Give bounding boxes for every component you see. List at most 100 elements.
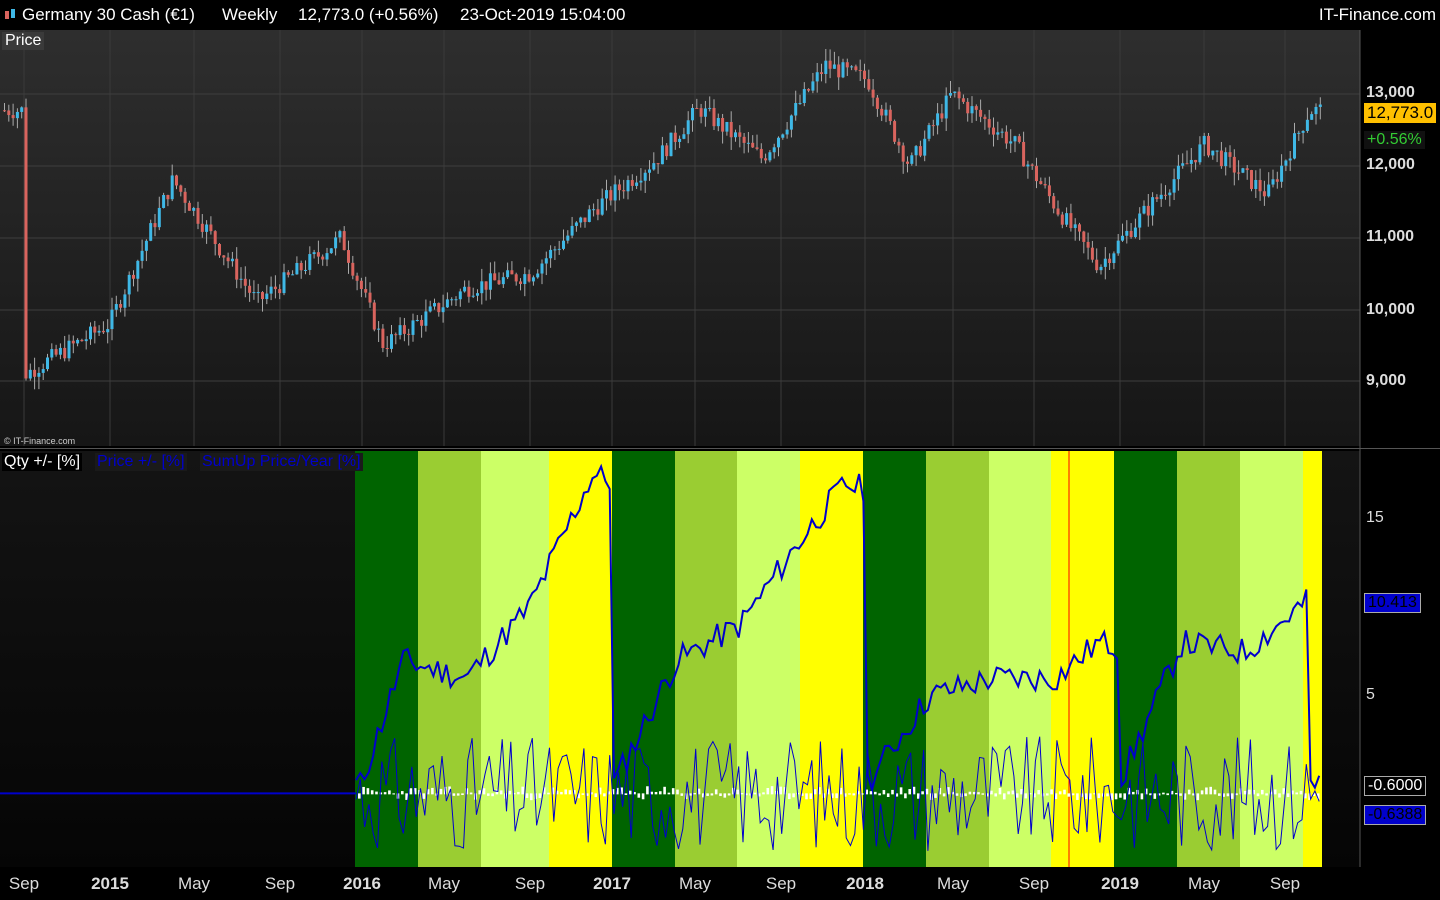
candle-body — [729, 121, 733, 138]
candle-body — [725, 121, 729, 132]
candle-body — [1082, 231, 1086, 242]
candle-body — [1241, 168, 1245, 173]
candle-body — [527, 274, 531, 282]
candle-body — [1060, 214, 1064, 225]
candle-body — [635, 182, 639, 186]
candle-body — [742, 136, 746, 143]
qty-bar — [641, 793, 645, 800]
candle-body — [557, 248, 561, 250]
candle-body — [3, 110, 6, 112]
qty-bar — [1050, 789, 1053, 795]
candle-body — [544, 258, 548, 264]
candle-body — [1172, 179, 1176, 193]
candle-body — [144, 240, 148, 251]
candle-body — [798, 102, 802, 104]
candle-body — [510, 270, 514, 275]
candle-body — [153, 223, 157, 228]
qty-label[interactable]: Qty +/- [%] — [2, 453, 83, 471]
candle-body — [295, 262, 299, 275]
qty-bar — [499, 790, 503, 795]
candle-body — [652, 163, 656, 170]
candle-body — [136, 260, 140, 279]
candle-body — [863, 70, 866, 80]
candle-body — [183, 191, 187, 203]
qty-bar — [1230, 793, 1234, 799]
candle-body — [622, 190, 626, 192]
candle-body — [1254, 179, 1258, 189]
candle-body — [1121, 235, 1124, 241]
candle-body — [1297, 132, 1301, 134]
candle-body — [1022, 141, 1026, 167]
candle-body — [708, 107, 712, 109]
candle-body — [1017, 136, 1021, 142]
qty-bar — [1187, 789, 1191, 795]
candle-body — [583, 217, 587, 222]
qty-bar — [581, 793, 585, 795]
candle-body — [914, 146, 918, 156]
candle-body — [811, 81, 815, 91]
candle-body — [923, 138, 927, 156]
qty-bar — [925, 788, 929, 795]
price-change-label[interactable]: Price +/- [%] — [95, 453, 187, 471]
candle-body — [291, 274, 295, 276]
candle-body — [488, 273, 492, 290]
qty-bar — [1058, 791, 1062, 795]
candle-body — [24, 107, 28, 379]
qty-bar — [624, 793, 628, 795]
candle-body — [119, 304, 123, 308]
qty-bar — [362, 786, 365, 795]
qty-bar — [1149, 793, 1152, 796]
candle-body — [1271, 179, 1275, 185]
candle-body — [1228, 152, 1232, 157]
candle-body — [351, 262, 355, 276]
qty-bar — [792, 793, 795, 798]
candle-body — [592, 209, 596, 211]
qty-bar — [719, 793, 722, 797]
candle-body — [630, 180, 634, 186]
candle-body — [1314, 106, 1318, 115]
candle-body — [1108, 258, 1112, 264]
candle-body — [1030, 164, 1034, 166]
qty-bar — [603, 793, 606, 797]
candle-body — [123, 294, 127, 308]
candle-body — [1198, 144, 1202, 163]
candle-body — [372, 302, 376, 330]
candle-body — [458, 291, 462, 300]
candle-body — [80, 339, 84, 342]
candle-body — [1073, 224, 1077, 229]
qty-bar — [439, 788, 443, 795]
qty-bar — [1295, 792, 1298, 795]
candle-body — [265, 293, 269, 300]
candle-body — [871, 89, 875, 98]
qty-bar — [469, 792, 473, 795]
qty-bar — [869, 791, 873, 795]
candle-body — [549, 249, 553, 259]
candle-body — [802, 89, 806, 103]
candle-body — [523, 274, 527, 284]
qty-bar — [1114, 793, 1118, 800]
qty-bar — [710, 793, 714, 796]
qty-bar — [1286, 793, 1290, 798]
qty-bar — [1218, 793, 1221, 796]
qty-bar — [482, 788, 486, 795]
candle-body — [321, 256, 325, 260]
candle-body — [626, 180, 630, 192]
candle-body — [93, 326, 97, 333]
candle-body — [28, 369, 32, 379]
sumup-label[interactable]: SumUp Price/Year [%] — [200, 453, 363, 471]
candle-body — [1125, 230, 1129, 236]
candle-body — [308, 254, 312, 270]
candle-body — [858, 70, 862, 72]
qty-bar — [891, 789, 894, 795]
candle-body — [1078, 224, 1081, 232]
qty-bar — [1037, 790, 1040, 795]
candle-body — [390, 334, 393, 349]
candle-body — [299, 262, 303, 271]
candle-body — [54, 349, 58, 355]
candle-body — [480, 281, 484, 294]
candle-body — [987, 119, 991, 128]
candle-body — [587, 209, 591, 222]
candle-body — [1176, 165, 1180, 180]
time-axis-label: 2017 — [593, 874, 631, 893]
candle-body — [76, 339, 80, 344]
